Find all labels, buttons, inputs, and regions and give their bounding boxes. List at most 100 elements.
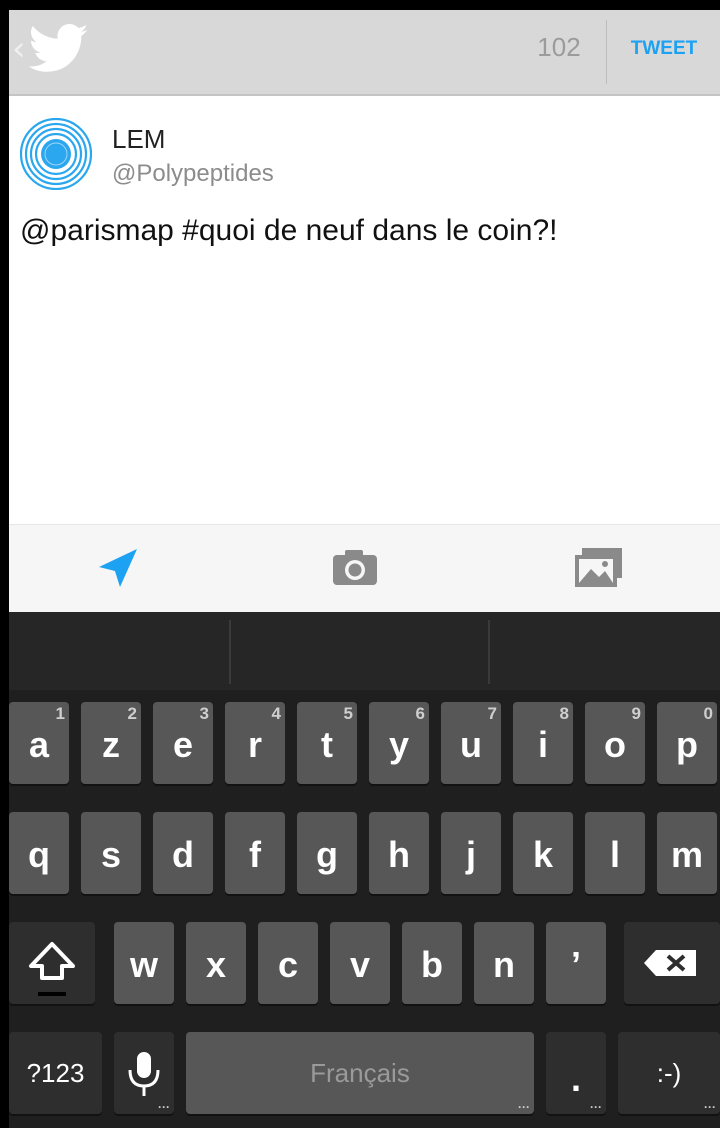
key-e-label: e — [172, 724, 194, 765]
key-z-label: z — [102, 724, 120, 765]
key-y-hint: 6 — [415, 704, 425, 723]
shift-arrow-icon — [29, 942, 75, 996]
key-f[interactable]: f — [225, 812, 285, 894]
key-g[interactable]: g — [297, 812, 357, 894]
key-d[interactable]: d — [153, 812, 213, 894]
key-o[interactable]: o9 — [585, 702, 645, 784]
shift-key[interactable] — [9, 922, 95, 1004]
key-r[interactable]: r4 — [225, 702, 285, 784]
key-v-label: v — [349, 944, 371, 985]
key-c[interactable]: c — [258, 922, 318, 1004]
key-k[interactable]: k — [513, 812, 573, 894]
key-a[interactable]: a1 — [9, 702, 69, 784]
header-divider — [606, 20, 607, 84]
key-m-label: m — [670, 834, 703, 875]
symbols-key[interactable]: ?123 — [9, 1032, 102, 1114]
space-key-label: Français — [310, 1058, 410, 1088]
key-w[interactable]: w — [114, 922, 174, 1004]
camera-icon[interactable] — [325, 543, 385, 593]
key-h-label: h — [388, 834, 410, 875]
more-options-dots: ··· — [704, 1100, 716, 1114]
key-u-label: u — [460, 724, 482, 765]
suggestion-divider — [488, 620, 490, 684]
more-options-dots: ··· — [158, 1100, 170, 1114]
key-s-label: s — [100, 834, 122, 875]
key-h[interactable]: h — [369, 812, 429, 894]
more-options-dots: ··· — [590, 1100, 602, 1114]
key-a-hint: 1 — [55, 704, 65, 723]
key-o-label: o — [604, 724, 626, 765]
key-e[interactable]: e3 — [153, 702, 213, 784]
more-options-dots: ··· — [518, 1100, 530, 1114]
key-n[interactable]: n — [474, 922, 534, 1004]
key-x[interactable]: x — [186, 922, 246, 1004]
key-z[interactable]: z2 — [81, 702, 141, 784]
key-i[interactable]: i8 — [513, 702, 573, 784]
tweet-button[interactable]: TWEET — [614, 38, 714, 60]
key-j[interactable]: j — [441, 812, 501, 894]
twitter-bird-icon[interactable] — [29, 24, 89, 74]
user-name: LEM — [112, 124, 166, 154]
key-t-label: t — [321, 724, 333, 765]
soft-keyboard: ?123 ··· Français ··· . ··· :-) ··· a1z2… — [9, 612, 720, 1128]
key-r-hint: 4 — [271, 704, 281, 723]
key-c-label: c — [277, 944, 299, 985]
action-bar: ‹ 102 TWEET — [9, 10, 720, 96]
key-u[interactable]: u7 — [441, 702, 501, 784]
key-p[interactable]: p0 — [657, 702, 717, 784]
key-k-label: k — [532, 834, 554, 875]
voice-input-key[interactable]: ··· — [114, 1032, 174, 1114]
key-y-label: y — [388, 724, 410, 765]
key-n-label: n — [493, 944, 515, 985]
location-arrow-icon[interactable] — [93, 543, 153, 593]
key-i-hint: 8 — [559, 704, 569, 723]
key-t-hint: 5 — [343, 704, 353, 723]
backspace-key[interactable] — [624, 922, 720, 1004]
backspace-icon — [644, 950, 696, 976]
compose-area[interactable]: LEM @Polypeptides @parismap #quoi de neu… — [9, 96, 720, 524]
key-r-label: r — [247, 724, 262, 765]
key-p-label: p — [676, 724, 698, 765]
space-key[interactable]: Français ··· — [186, 1032, 534, 1114]
character-counter: 102 — [537, 32, 581, 62]
key-v[interactable]: v — [330, 922, 390, 1004]
key-u-hint: 7 — [487, 704, 497, 723]
key-f-label: f — [249, 834, 261, 875]
key-q-label: q — [28, 834, 50, 875]
key-apostrophe[interactable]: ’ — [546, 922, 606, 1004]
attachment-toolbar — [9, 524, 720, 613]
user-handle: @Polypeptides — [112, 160, 274, 187]
symbols-key-label: ?123 — [26, 1058, 85, 1088]
emoticon-key-label: :-) — [656, 1058, 682, 1088]
period-key-label: . — [570, 1058, 581, 1099]
key-i-label: i — [537, 724, 548, 765]
key-l-label: l — [609, 834, 620, 875]
key-b[interactable]: b — [402, 922, 462, 1004]
key-q[interactable]: q — [9, 812, 69, 894]
key-j-label: j — [465, 834, 476, 875]
key-b-label: b — [421, 944, 443, 985]
key-m[interactable]: m — [657, 812, 717, 894]
key-s[interactable]: s — [81, 812, 141, 894]
key-t[interactable]: t5 — [297, 702, 357, 784]
suggestion-divider — [229, 620, 231, 684]
key-p-hint: 0 — [703, 704, 713, 723]
app-frame: ‹ 102 TWEET LEM @Polypeptides @parismap … — [9, 10, 720, 1128]
emoticon-key[interactable]: :-) ··· — [618, 1032, 720, 1114]
key-y[interactable]: y6 — [369, 702, 429, 784]
key-w-label: w — [129, 944, 158, 985]
back-chevron-icon[interactable]: ‹ — [12, 32, 26, 66]
key-a-label: a — [28, 724, 50, 765]
key-apostrophe-label: ’ — [570, 944, 581, 985]
tweet-text-input[interactable]: @parismap #quoi de neuf dans le coin?! — [20, 214, 557, 248]
key-g-label: g — [316, 834, 338, 875]
suggestion-strip — [9, 612, 720, 690]
key-z-hint: 2 — [127, 704, 137, 723]
key-o-hint: 9 — [631, 704, 641, 723]
avatar — [20, 118, 92, 190]
gallery-icon[interactable] — [569, 543, 629, 593]
key-x-label: x — [205, 944, 227, 985]
key-d-label: d — [172, 834, 194, 875]
period-key[interactable]: . ··· — [546, 1032, 606, 1114]
key-l[interactable]: l — [585, 812, 645, 894]
